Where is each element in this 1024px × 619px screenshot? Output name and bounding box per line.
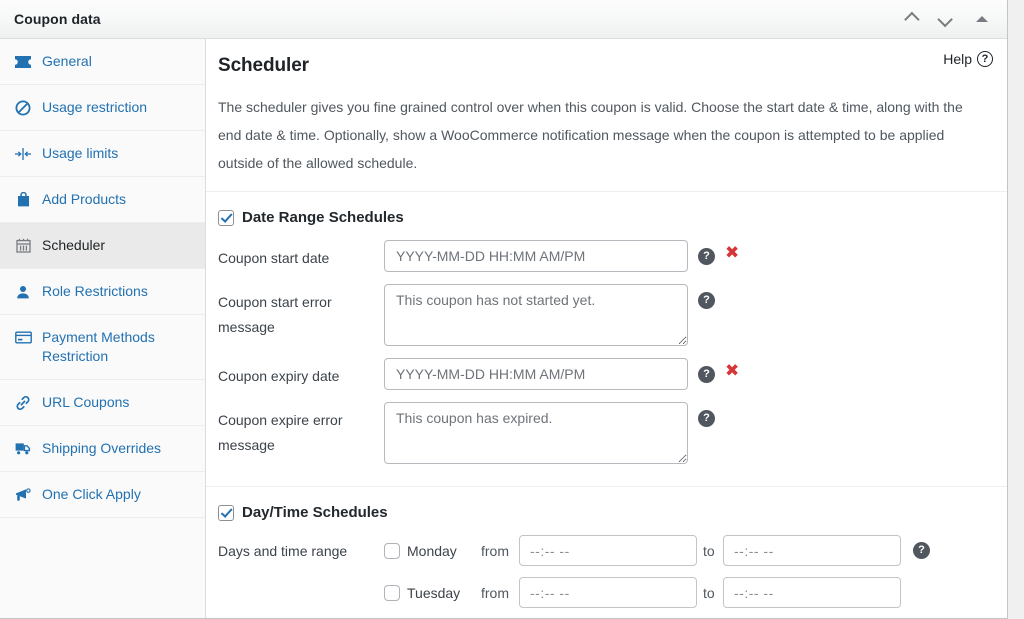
date-range-schedules-label: Date Range Schedules	[242, 209, 404, 226]
clear-date-button[interactable]: ✖	[725, 245, 739, 262]
sidebar-item-usage-restriction[interactable]: Usage restriction	[0, 85, 205, 131]
help-tip-icon[interactable]: ?	[698, 292, 715, 309]
sidebar-item-label: Shipping Overrides	[42, 440, 162, 456]
scheduler-description: The scheduler gives you fine grained con…	[218, 99, 963, 171]
shopping-bag-icon	[14, 190, 32, 209]
sidebar-item-label: Role Restrictions	[42, 283, 148, 299]
coupon-expiry-date-input[interactable]	[384, 358, 688, 390]
day-row-monday: Days and time range Monday from to ?	[218, 535, 995, 566]
sidebar-item-scheduler[interactable]: Scheduler	[0, 223, 205, 269]
sidebar-item-general[interactable]: General	[0, 39, 205, 85]
sidebar-item-url-coupons[interactable]: URL Coupons	[0, 380, 205, 426]
field-row-coupon-expire-error-message: Coupon expire error message ?	[218, 402, 995, 464]
help-question-icon: ?	[977, 51, 993, 67]
truck-icon	[14, 439, 32, 458]
field-control: ? ✖	[384, 358, 739, 390]
monday-checkbox[interactable]	[384, 542, 400, 559]
sidebar-item-label: One Click Apply	[42, 486, 141, 502]
sidebar-item-label: Payment Methods Restriction	[42, 329, 155, 364]
field-label: Coupon expiry date	[218, 368, 340, 384]
sidebar-item-role-restrictions[interactable]: Role Restrictions	[0, 269, 205, 315]
day-time-schedules-checkbox[interactable]	[218, 504, 234, 521]
chevron-up-icon	[903, 11, 920, 27]
tuesday-checkbox[interactable]	[384, 584, 400, 601]
field-label: Coupon expire error message	[218, 412, 343, 453]
panel-titlebar: Coupon data	[0, 0, 1007, 39]
field-label: Coupon start error message	[218, 294, 332, 335]
clear-date-button[interactable]: ✖	[725, 363, 739, 380]
tuesday-to-time-input[interactable]	[723, 577, 901, 608]
day-toggle-monday[interactable]: Monday	[384, 542, 481, 559]
panel-body: General Usage restriction Usage limits A…	[0, 39, 1007, 618]
help-tip-icon[interactable]: ?	[913, 542, 930, 559]
scheduler-heading: Scheduler	[218, 55, 309, 76]
sidebar-item-label: Usage limits	[42, 145, 119, 161]
toggle-panel-button[interactable]	[965, 4, 999, 34]
move-up-button[interactable]	[893, 4, 927, 34]
days-and-time-range-label: Days and time range	[218, 542, 348, 559]
from-label: from	[481, 584, 509, 601]
sidebar-item-label: Scheduler	[42, 237, 106, 253]
sidebar-item-label: URL Coupons	[42, 394, 130, 410]
sidebar-item-label: General	[42, 53, 92, 69]
page-title: Coupon data	[14, 11, 101, 27]
move-down-button[interactable]	[929, 4, 963, 34]
panel-handle-actions	[893, 4, 999, 34]
ticket-icon	[14, 52, 32, 71]
coupon-expire-error-message-textarea[interactable]	[384, 402, 688, 464]
help-link[interactable]: Help ?	[943, 51, 993, 67]
date-range-schedules-section: Date Range Schedules Coupon start date ?…	[206, 192, 1007, 487]
coupon-start-error-message-textarea[interactable]	[384, 284, 688, 346]
coupon-data-panel: Coupon data General Usage restriction Us…	[0, 0, 1008, 619]
monday-to-time-input[interactable]	[723, 535, 901, 566]
scheduler-panel: Help ? Scheduler The scheduler gives you…	[206, 39, 1007, 618]
field-row-coupon-expiry-date: Coupon expiry date ? ✖	[218, 358, 995, 390]
help-tip-icon[interactable]: ?	[698, 248, 715, 265]
sidebar-item-usage-limits[interactable]: Usage limits	[0, 131, 205, 177]
sidebar-item-label: Usage restriction	[42, 99, 148, 115]
triangle-up-icon	[976, 16, 988, 22]
sidebar-item-one-click-apply[interactable]: One Click Apply	[0, 472, 205, 518]
coupon-data-sidebar: General Usage restriction Usage limits A…	[0, 39, 206, 618]
sidebar-item-label: Add Products	[42, 191, 127, 207]
help-tip-icon[interactable]: ?	[698, 410, 715, 427]
scheduler-intro: Help ? Scheduler The scheduler gives you…	[206, 39, 1007, 192]
credit-card-icon	[14, 328, 32, 347]
no-entry-icon	[14, 98, 32, 117]
chevron-down-icon	[936, 11, 953, 27]
date-range-schedules-header: Date Range Schedules	[218, 209, 995, 226]
field-row-coupon-start-date: Coupon start date ? ✖	[218, 240, 995, 272]
limits-icon	[14, 144, 32, 163]
monday-from-time-input[interactable]	[519, 535, 697, 566]
date-range-schedules-checkbox[interactable]	[218, 209, 234, 226]
field-row-coupon-start-error-message: Coupon start error message ?	[218, 284, 995, 346]
day-time-schedules-section: Day/Time Schedules Days and time range M…	[206, 487, 1007, 618]
day-name-label: Tuesday	[407, 584, 461, 601]
to-label: to	[703, 542, 715, 559]
field-control: ? ✖	[384, 240, 739, 272]
field-label: Coupon start date	[218, 250, 330, 266]
day-time-schedules-label: Day/Time Schedules	[242, 504, 388, 521]
field-control: ?	[384, 402, 715, 464]
help-link-label: Help	[943, 51, 972, 67]
user-icon	[14, 282, 32, 301]
help-tip-icon[interactable]: ?	[698, 366, 715, 383]
sidebar-item-add-products[interactable]: Add Products	[0, 177, 205, 223]
tuesday-from-time-input[interactable]	[519, 577, 697, 608]
sidebar-item-payment-methods-restriction[interactable]: Payment Methods Restriction	[0, 315, 205, 380]
field-control: ?	[384, 284, 715, 346]
megaphone-icon	[14, 485, 32, 504]
day-name-label: Monday	[407, 542, 457, 559]
day-row-tuesday: Tuesday from to	[218, 577, 995, 608]
from-label: from	[481, 542, 509, 559]
calendar-icon	[14, 236, 32, 255]
sidebar-item-shipping-overrides[interactable]: Shipping Overrides	[0, 426, 205, 472]
link-icon	[14, 393, 32, 412]
day-time-schedules-header: Day/Time Schedules	[218, 504, 995, 521]
day-toggle-tuesday[interactable]: Tuesday	[384, 584, 481, 601]
coupon-start-date-input[interactable]	[384, 240, 688, 272]
to-label: to	[703, 584, 715, 601]
